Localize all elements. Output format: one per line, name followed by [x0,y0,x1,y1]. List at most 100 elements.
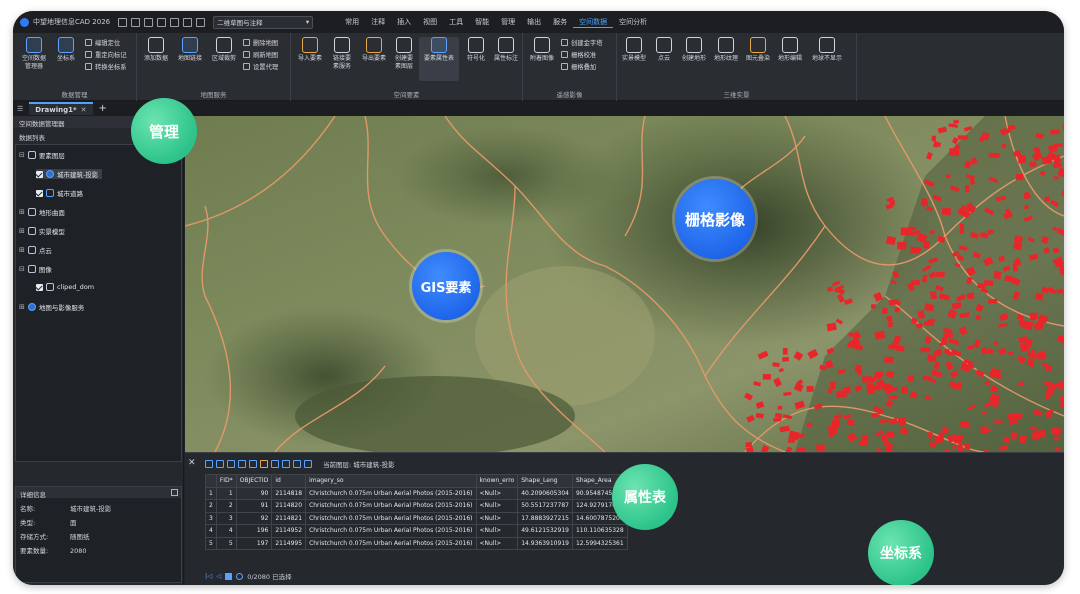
layer-visibility-checkbox[interactable] [36,283,43,291]
prev-page-icon[interactable]: ◁ [216,572,221,580]
filter-icon[interactable] [216,460,224,468]
tab-menu-icon[interactable]: ☰ [17,105,23,113]
reality-model-button[interactable]: 实景模型 [617,37,651,63]
undo-icon[interactable] [183,17,193,27]
refresh-icon[interactable] [304,460,312,468]
link-feature-service-button[interactable]: 链接要 素服务 [325,37,359,71]
building-footprint[interactable] [993,420,1003,424]
column-header[interactable]: OBJECTID [235,474,273,488]
tree-node-map-services[interactable]: ⊞ 地图与影像服务 [19,302,84,312]
building-footprint[interactable] [948,148,960,157]
menu-tab-5[interactable]: 智能 [469,17,495,28]
tree-node-terrain-surface[interactable]: ⊞ 地形曲面 [19,207,65,217]
add-data-button[interactable]: 添加数据 [139,37,173,63]
map-viewport[interactable] [185,116,1064,452]
set-proxy-button[interactable]: 设置代理 [243,62,278,71]
terrain-texture-button[interactable]: 地形纹理 [709,37,743,63]
building-footprint[interactable] [1008,351,1014,355]
coordinate-system-button[interactable]: 坐标系 [49,37,83,63]
building-footprint[interactable] [1020,343,1030,352]
new-tab-button[interactable]: + [99,103,107,114]
building-footprint[interactable] [920,347,931,353]
building-footprint[interactable] [957,382,962,390]
menu-tab-1[interactable]: 注释 [365,17,391,28]
select-icon[interactable] [205,460,213,468]
building-footprint[interactable] [975,315,981,321]
expand-icon[interactable]: ⊞ [19,246,25,254]
new-file-icon[interactable] [118,17,128,27]
building-footprint[interactable] [870,304,876,309]
building-footprint[interactable] [1011,432,1017,440]
building-footprint[interactable] [831,419,841,428]
zoom-to-icon[interactable] [227,460,235,468]
building-footprint[interactable] [993,270,1002,280]
building-footprint[interactable] [911,318,918,324]
building-footprint[interactable] [1029,312,1039,321]
table-row[interactable]: 1 1 90 2114818 Christchurch 0.075m Urban Aer… [205,486,628,500]
building-footprint[interactable] [941,207,951,216]
building-footprint[interactable] [957,135,968,140]
building-footprint[interactable] [806,385,814,392]
menu-tab-10[interactable]: 空间分析 [613,17,653,28]
tree-node-reality-model[interactable]: ⊞ 实景模型 [19,226,65,236]
tree-node-city-buildings[interactable]: 城市建筑-投影 [36,169,103,179]
spatial-data-manager-button[interactable]: 空间数据 管理器 [17,37,51,71]
column-header[interactable]: FID* [215,474,237,488]
open-file-icon[interactable] [131,17,141,27]
create-pyramid-button[interactable]: 创建金字塔 [561,38,602,47]
export-features-button[interactable]: 导出要素 [357,37,391,63]
terrain-edit-button[interactable]: 地形编辑 [773,37,807,63]
map-link-button[interactable]: 地图链接 [173,37,207,63]
building-footprint[interactable] [900,386,908,394]
edit-locate-button[interactable]: 编辑定位 [85,38,120,47]
building-footprint[interactable] [888,344,898,350]
expand-icon[interactable]: ⊞ [19,208,25,216]
building-footprint[interactable] [777,405,783,410]
building-footprint[interactable] [888,395,898,399]
table-row[interactable]: 2 2 91 2114820 Christchurch 0.075m Urban Aer… [205,499,628,513]
building-footprint[interactable] [938,432,944,440]
building-footprint[interactable] [745,442,752,448]
copy-icon[interactable] [238,460,246,468]
tree-node-cliped-dom[interactable]: cliped_dom [36,283,94,291]
create-feature-layer-button[interactable]: 创建要 素图层 [387,37,421,71]
menu-tab-7[interactable]: 输出 [521,17,547,28]
building-footprint[interactable] [922,376,931,381]
selection-icon[interactable] [225,572,233,580]
collapse-icon[interactable]: ⊟ [19,151,25,159]
building-footprint[interactable] [862,434,869,442]
tree-node-images[interactable]: ⊟ 图像 [19,264,52,274]
layer-visibility-checkbox[interactable] [36,170,43,178]
building-footprint[interactable] [952,444,957,449]
column-header[interactable]: id [271,474,307,488]
list-icon[interactable] [249,460,257,468]
tree-node-point-cloud[interactable]: ⊞ 点云 [19,245,52,255]
create-terrain-button[interactable]: 创建地形 [677,37,711,63]
tree-node-city-roads[interactable]: 城市道路 [36,188,83,198]
layer-visibility-checkbox[interactable] [36,189,43,197]
column-header[interactable]: imagery_so [305,474,477,488]
building-footprint[interactable] [1002,436,1010,443]
building-footprint[interactable] [931,135,937,142]
import-features-button[interactable]: 导入要素 [293,37,327,63]
table-row[interactable]: 5 5 197 2114995 Christchurch 0.075m Urban Ae… [205,536,628,550]
redirect-marker-button[interactable]: 重定向标记 [85,50,126,59]
building-footprint[interactable] [896,241,907,250]
feature-attribute-table-button[interactable]: 要素属性表 [419,37,459,81]
building-footprint[interactable] [944,348,950,354]
building-footprint[interactable] [762,374,771,380]
menu-tab-3[interactable]: 视图 [417,17,443,28]
building-footprint[interactable] [983,428,992,433]
redo-icon[interactable] [196,17,206,27]
attribute-label-button[interactable]: 属性标注 [489,37,523,63]
building-footprint[interactable] [994,340,999,346]
building-footprint[interactable] [1045,366,1052,371]
building-footprint[interactable] [867,388,875,395]
save-icon[interactable] [144,17,154,27]
building-footprint[interactable] [900,227,911,236]
export-table-icon[interactable] [293,460,301,468]
building-footprint[interactable] [935,271,945,278]
view-icon[interactable] [236,572,244,580]
close-icon[interactable]: ✕ [188,458,196,468]
building-footprint[interactable] [1018,155,1026,164]
